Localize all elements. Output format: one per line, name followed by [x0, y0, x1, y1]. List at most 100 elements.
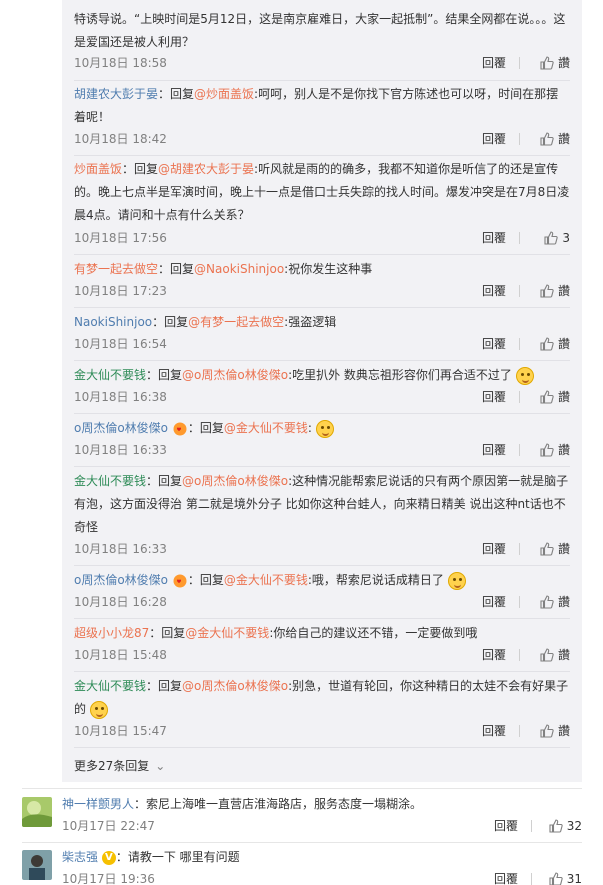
- comment-time: 10月17日 19:36: [62, 872, 155, 885]
- like-button[interactable]: 讚: [540, 645, 570, 665]
- like-button[interactable]: 讚: [540, 440, 570, 460]
- thumb-up-icon: [540, 443, 554, 457]
- reply-item: 金大仙不要钱：回复@o周杰倫o林俊傑o:这种情况能帮索尼说话的只有两个原因第一就…: [74, 474, 569, 534]
- reply-author-link[interactable]: 金大仙不要钱: [74, 368, 146, 382]
- reply-item: 金大仙不要钱：回复@o周杰倫o林俊傑o:别急，世道有轮回，你这种精日的太娃不会有…: [74, 675, 570, 721]
- thumb-up-icon: [540, 284, 554, 298]
- reply-button[interactable]: 回覆: [482, 228, 506, 248]
- reply-text: 特诱导说。“上映时间是5月12日，这是南京雇难日，大家一起抵制”。结果全网都在说…: [74, 12, 566, 49]
- reply-meta: 10月18日 16:33 回覆 讚: [74, 539, 570, 559]
- mention-link[interactable]: @o周杰倫o林俊傑o: [182, 368, 288, 382]
- like-count: 讚: [557, 648, 570, 662]
- mention-link[interactable]: @炒面盖饭: [194, 87, 254, 101]
- reply-button[interactable]: 回覆: [482, 53, 506, 73]
- like-count: 31: [566, 872, 582, 885]
- like-button[interactable]: 32: [549, 816, 582, 836]
- reply-button[interactable]: 回覆: [482, 592, 506, 612]
- mention-link[interactable]: @金大仙不要钱: [224, 573, 308, 587]
- like-button[interactable]: 讚: [540, 592, 570, 612]
- reply-author-link[interactable]: 超级小小龙87: [74, 626, 149, 640]
- reply-author-link[interactable]: 金大仙不要钱: [74, 474, 146, 488]
- reply-text: :祝你发生这种事: [284, 262, 373, 276]
- reply-button[interactable]: 回覆: [482, 334, 506, 354]
- reply-button[interactable]: 回覆: [482, 387, 506, 407]
- like-button[interactable]: 讚: [540, 539, 570, 559]
- reply-item: 炒面盖饭：回复@胡建农大彭于晏:听风就是雨的的确多，我都不知道你是听信了的还是宣…: [74, 162, 570, 222]
- mention-link[interactable]: @金大仙不要钱: [185, 626, 269, 640]
- reply-thread: 特诱导说。“上映时间是5月12日，这是南京雇难日，大家一起抵制”。结果全网都在说…: [62, 0, 582, 782]
- thumb-up-icon: [544, 231, 559, 245]
- reply-item: o周杰倫o林俊傑o ：回复@金大仙不要钱:: [74, 417, 570, 440]
- thumb-up-icon: [540, 390, 554, 404]
- reply-meta: 10月18日 18:58 回覆 讚: [74, 53, 570, 73]
- like-button[interactable]: 讚: [540, 53, 570, 73]
- like-count: 32: [566, 819, 582, 833]
- reply-meta: 10月18日 16:33 回覆 讚: [74, 440, 570, 460]
- thumb-up-icon: [549, 872, 563, 885]
- reply-meta: 10月18日 18:42 回覆 讚: [74, 129, 570, 149]
- reply-time: 10月18日 16:33: [74, 542, 167, 556]
- mention-link[interactable]: @o周杰倫o林俊傑o: [182, 474, 288, 488]
- member-badge-icon: [173, 574, 187, 587]
- like-count: 讚: [557, 595, 570, 609]
- reply-author-link[interactable]: 金大仙不要钱: [74, 679, 146, 693]
- avatar[interactable]: [22, 850, 52, 880]
- like-count: 讚: [557, 390, 570, 404]
- reply-author-link[interactable]: 有梦一起去做空: [74, 262, 158, 276]
- like-button[interactable]: 讚: [540, 334, 570, 354]
- reply-meta: 10月18日 17:56 回覆 3: [74, 228, 570, 248]
- reply-button[interactable]: 回覆: [482, 645, 506, 665]
- mention-link[interactable]: @o周杰倫o林俊傑o: [182, 679, 288, 693]
- reply-text: :哦，帮索尼说话成精日了: [307, 573, 444, 587]
- reply-time: 10月18日 17:56: [74, 231, 167, 245]
- reply-button[interactable]: 回覆: [482, 721, 506, 741]
- like-button[interactable]: 讚: [540, 387, 570, 407]
- reply-button[interactable]: 回覆: [482, 129, 506, 149]
- thumb-up-icon: [540, 724, 554, 738]
- reply-button[interactable]: 回覆: [494, 816, 518, 836]
- like-button[interactable]: 讚: [540, 281, 570, 301]
- reply-text: :你给自己的建议还不错，一定要做到哦: [269, 626, 478, 640]
- reply-button[interactable]: 回覆: [482, 440, 506, 460]
- mention-link[interactable]: @胡建农大彭于晏: [158, 162, 254, 176]
- like-count: 讚: [557, 284, 570, 298]
- like-button[interactable]: 讚: [540, 129, 570, 149]
- like-button[interactable]: 讚: [540, 721, 570, 741]
- reply-item: 胡建农大彭于晏：回复@炒面盖饭:呵呵，别人是不是你找下官方陈述也可以呀，时间在那…: [74, 87, 559, 124]
- reply-author-link[interactable]: 炒面盖饭: [74, 162, 122, 176]
- mention-link[interactable]: @有梦一起去做空: [188, 315, 284, 329]
- like-count: 讚: [557, 132, 570, 146]
- reply-author-link[interactable]: NaokiShinjoo: [74, 315, 152, 329]
- emoji-icon: [447, 571, 466, 590]
- reply-time: 10月18日 16:38: [74, 390, 167, 404]
- reply-button[interactable]: 回覆: [494, 869, 518, 885]
- like-button[interactable]: 3: [544, 228, 570, 248]
- reply-meta: 10月18日 16:38 回覆 讚: [74, 387, 570, 407]
- mention-link[interactable]: @金大仙不要钱: [224, 421, 308, 435]
- reply-meta: 10月18日 16:28 回覆 讚: [74, 592, 570, 612]
- reply-button[interactable]: 回覆: [482, 539, 506, 559]
- reply-author-link[interactable]: o周杰倫o林俊傑o: [74, 573, 168, 587]
- reply-meta: 10月18日 15:47 回覆 讚: [74, 721, 570, 741]
- comment-author-link[interactable]: 柴志强: [62, 850, 98, 864]
- comment-author-link[interactable]: 神一样颤男人: [62, 797, 134, 811]
- reply-author-link[interactable]: o周杰倫o林俊傑o: [74, 421, 168, 435]
- avatar[interactable]: [22, 797, 52, 827]
- reply-item: NaokiShinjoo：回复@有梦一起去做空:强盗逻辑: [74, 315, 337, 329]
- like-count: 讚: [557, 56, 570, 70]
- like-count: 讚: [557, 724, 570, 738]
- mention-link[interactable]: @NaokiShinjoo: [194, 262, 284, 276]
- like-count: 讚: [557, 443, 570, 457]
- comment-time: 10月17日 22:47: [62, 819, 155, 833]
- reply-button[interactable]: 回覆: [482, 281, 506, 301]
- like-button[interactable]: 31: [549, 869, 582, 885]
- thumb-up-icon: [540, 648, 554, 662]
- reply-author-link[interactable]: 胡建农大彭于晏: [74, 87, 158, 101]
- reply-item: 超级小小龙87：回复@金大仙不要钱:你给自己的建议还不错，一定要做到哦: [74, 626, 478, 640]
- more-replies-link[interactable]: 更多27条回复 ⌄: [74, 757, 165, 774]
- thumb-up-icon: [540, 595, 554, 609]
- thumb-up-icon: [549, 819, 563, 833]
- reply-time: 10月18日 16:28: [74, 595, 167, 609]
- reply-time: 10月18日 18:42: [74, 132, 167, 146]
- emoji-icon: [315, 419, 334, 438]
